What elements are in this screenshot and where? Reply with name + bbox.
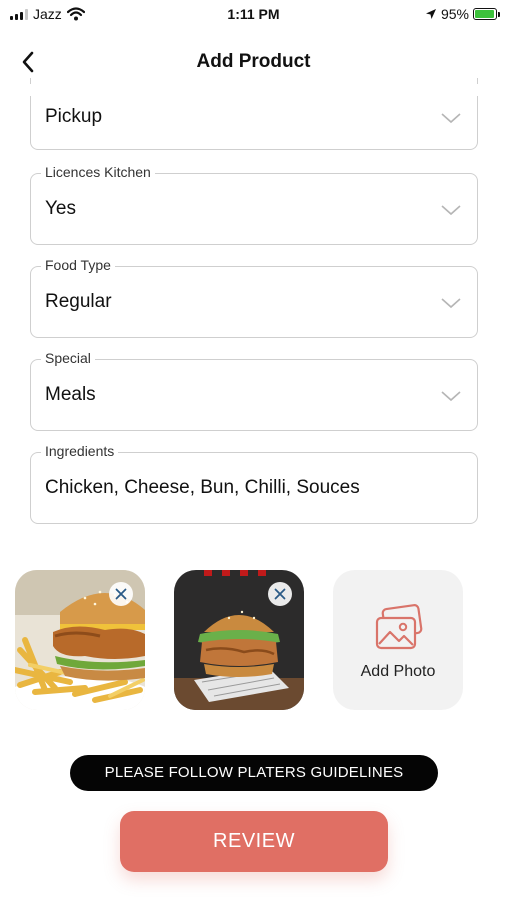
page-title: Add Product xyxy=(196,51,311,72)
close-icon xyxy=(115,588,127,600)
add-photo-label: Add Photo xyxy=(360,663,436,680)
field-label: Ingredients xyxy=(41,443,119,459)
field-label: Food Type xyxy=(41,257,115,273)
location-arrow-icon xyxy=(425,9,436,19)
review-button[interactable]: REVIEW xyxy=(120,811,388,872)
image-gallery-icon xyxy=(375,604,423,650)
field-label: Special xyxy=(41,350,95,366)
licences-kitchen-select[interactable]: Licences Kitchen Yes xyxy=(30,164,478,245)
product-photo-1[interactable] xyxy=(15,570,145,710)
field-value: Chicken, Cheese, Bun, Chilli, Souces xyxy=(45,477,360,498)
battery-level xyxy=(475,10,494,18)
special-select[interactable]: Special Meals xyxy=(30,350,478,431)
food-type-select[interactable]: Food Type Regular xyxy=(30,257,478,338)
field-value: Regular xyxy=(45,291,112,312)
field-value: Yes xyxy=(45,198,76,219)
status-right: 95% xyxy=(425,6,500,22)
chevron-down-icon xyxy=(441,391,461,402)
ingredients-input[interactable]: Ingredients Chicken, Cheese, Bun, Chilli… xyxy=(30,443,478,524)
field-value: Meals xyxy=(45,384,96,405)
field-value: Pickup xyxy=(45,106,103,127)
field-label: Licences Kitchen xyxy=(41,164,155,180)
status-bar: Jazz 1:11 PM 95% xyxy=(0,0,507,30)
battery-icon xyxy=(473,8,500,20)
add-photo-button[interactable]: Add Photo xyxy=(333,570,463,710)
chevron-down-icon xyxy=(441,113,461,124)
remove-photo-button[interactable] xyxy=(268,582,292,606)
battery-percent: 95% xyxy=(440,6,469,22)
scroll-fade xyxy=(0,84,507,96)
chevron-down-icon xyxy=(441,298,461,309)
guidelines-button[interactable]: PLEASE FOLLOW PLATERS GUIDELINES xyxy=(70,755,438,791)
close-icon xyxy=(274,588,286,600)
product-photo-2[interactable] xyxy=(174,570,304,710)
remove-photo-button[interactable] xyxy=(109,582,133,606)
chevron-down-icon xyxy=(441,205,461,216)
